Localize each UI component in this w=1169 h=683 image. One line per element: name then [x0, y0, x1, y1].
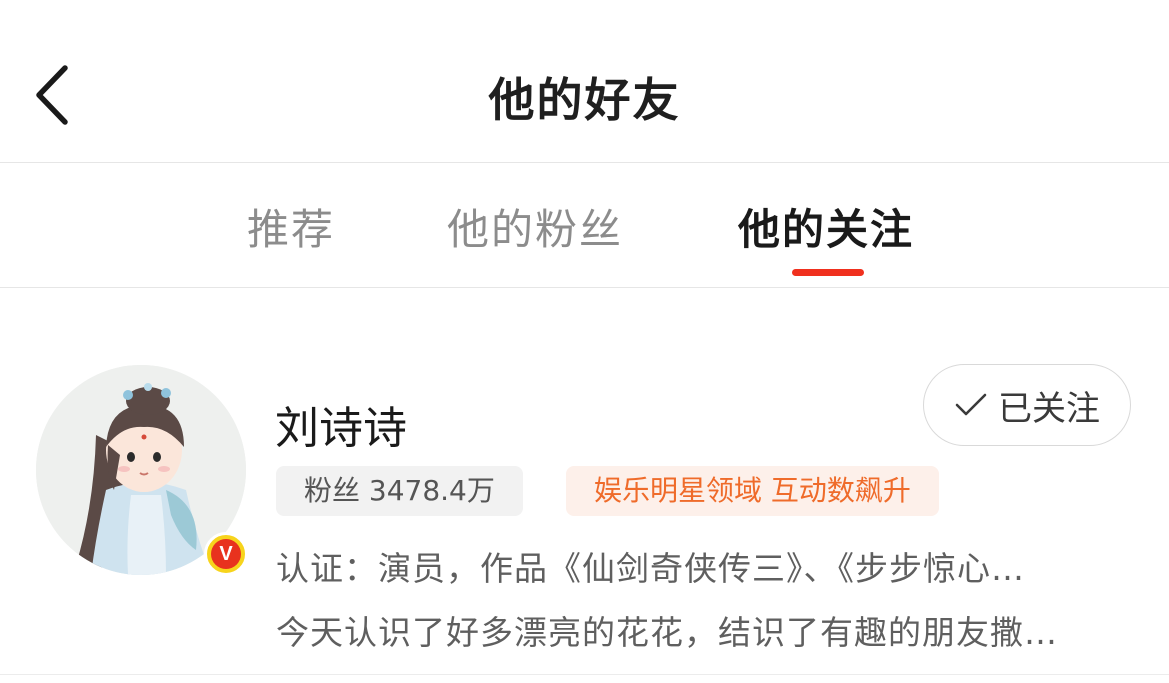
user-name[interactable]: 刘诗诗	[275, 392, 407, 456]
fans-count-badge: 粉丝 3478.4万	[276, 466, 523, 516]
following-button-label: 已关注	[998, 388, 1100, 429]
verification-text: 认证：演员，作品《仙剑奇侠传三》、《步步惊心…	[276, 549, 1025, 588]
verified-v-icon: V	[211, 539, 241, 569]
verified-badge: V	[204, 532, 248, 576]
following-button[interactable]: 已关注	[923, 364, 1131, 446]
tab-following[interactable]: 他的关注	[738, 196, 914, 257]
list-divider	[0, 674, 1169, 675]
user-bio: 今天认识了好多漂亮的花花，结识了有趣的朋友撒…	[276, 613, 1058, 652]
tab-fans[interactable]: 他的粉丝	[447, 196, 623, 257]
domain-badge: 娱乐明星领域 互动数飙升	[566, 466, 939, 516]
page-title: 他的好友	[488, 73, 681, 127]
tab-recommend[interactable]: 推荐	[247, 196, 335, 257]
check-icon	[955, 393, 987, 416]
active-tab-indicator	[792, 269, 864, 276]
